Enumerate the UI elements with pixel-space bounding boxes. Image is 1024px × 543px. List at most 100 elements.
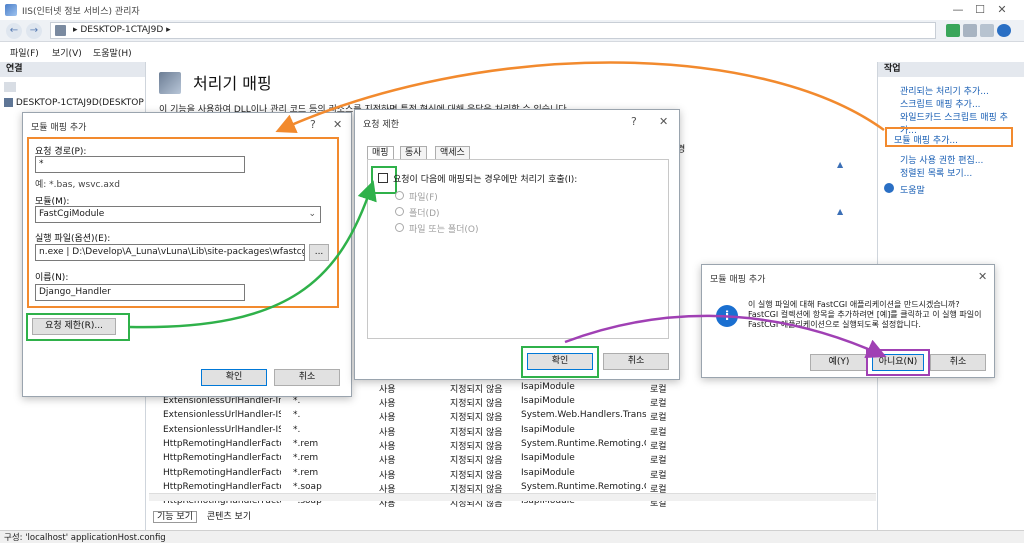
breadcrumb[interactable]: ▸ DESKTOP-1CTAJ9D ▸ bbox=[73, 25, 171, 35]
table-row[interactable]: ExtensionlessUrlHandler-ISAPI... *. 사용 지정되지… bbox=[147, 425, 707, 439]
cell-handler: IsapiModule bbox=[521, 453, 575, 464]
status-text: 구성: 'localhost' applicationHost.config bbox=[4, 533, 166, 543]
help-link[interactable]: 도움말 bbox=[900, 183, 925, 196]
chevron-down-icon: ⌄ bbox=[308, 209, 316, 219]
cell-type: 지정되지 않음 bbox=[450, 470, 503, 481]
executable-label: 실행 파일(옵션)(E): bbox=[35, 234, 111, 244]
handler-mappings-icon bbox=[159, 72, 181, 94]
request-path-example: 예: *.bas, wsvc.axd bbox=[35, 180, 120, 190]
cell-state: 사용 bbox=[379, 470, 396, 481]
connections-toolbar-icon[interactable] bbox=[4, 82, 16, 92]
connections-title: 연결 bbox=[0, 62, 145, 77]
cell-handler: IsapiModule bbox=[521, 424, 575, 435]
dialog-title: 요청 제한 bbox=[363, 120, 399, 130]
cell-entry: 로컬 bbox=[650, 399, 667, 409]
table-row[interactable]: HttpRemotingHandlerFactory... *.rem 사용 지정되지… bbox=[147, 468, 707, 482]
name-input[interactable]: Django_Handler bbox=[35, 284, 245, 301]
radio-file[interactable] bbox=[395, 191, 404, 200]
ok-button[interactable]: 확인 bbox=[201, 369, 267, 386]
ok-button[interactable]: 확인 bbox=[527, 353, 593, 370]
tab-access[interactable]: 액세스 bbox=[435, 146, 470, 159]
sort-up-icon-2[interactable]: ▲ bbox=[837, 207, 849, 217]
tab-verbs[interactable]: 동사 bbox=[400, 146, 427, 159]
cell-path: *.rem bbox=[293, 453, 319, 464]
cell-name: HttpRemotingHandlerFactory... bbox=[163, 481, 281, 492]
radio-file-or-folder-label: 파일 또는 폴더(O) bbox=[409, 225, 479, 235]
fastcgi-confirm-dialog: 모듈 매핑 추가 ✕ i 이 실행 파일에 대해 FastCGI 애플리케이션을… bbox=[701, 264, 995, 378]
edit-feature-permissions-link[interactable]: 기능 사용 권한 편집... bbox=[900, 153, 983, 166]
forward-button[interactable]: → bbox=[26, 23, 42, 39]
cell-entry: 로컬 bbox=[650, 470, 667, 481]
radio-file-or-folder[interactable] bbox=[395, 223, 404, 232]
dialog-close-button[interactable]: ✕ bbox=[978, 270, 987, 283]
menu-view[interactable]: 보기(V) bbox=[52, 46, 82, 59]
cell-handler: System.Runtime.Remoting.C... bbox=[521, 481, 646, 492]
page-title: 처리기 매핑 bbox=[193, 74, 272, 93]
cell-type: 지정되지 않음 bbox=[450, 427, 503, 438]
back-button[interactable]: ← bbox=[6, 23, 22, 39]
no-button[interactable]: 아니요(N) bbox=[872, 354, 924, 371]
cell-state: 사용 bbox=[379, 427, 396, 438]
go-icon[interactable] bbox=[946, 24, 960, 37]
cell-type: 지정되지 않음 bbox=[450, 441, 503, 452]
add-managed-handler-link[interactable]: 관리되는 처리기 추가... bbox=[900, 84, 989, 97]
yes-button[interactable]: 예(Y) bbox=[810, 354, 868, 371]
horizontal-scrollbar[interactable] bbox=[149, 493, 876, 501]
cell-path: *.rem bbox=[293, 438, 319, 449]
radio-folder[interactable] bbox=[395, 207, 404, 216]
help-icon[interactable] bbox=[997, 24, 1011, 37]
request-restrictions-button[interactable]: 요청 제한(R)... bbox=[32, 318, 116, 335]
content-view-tab[interactable]: 콘텐츠 보기 bbox=[204, 512, 254, 522]
cell-name: ExtensionlessUrlHandler-ISAPI... bbox=[163, 410, 281, 421]
menu-bar: 파일(F) 보기(V) 도움말(H) bbox=[0, 43, 1024, 61]
cancel-button[interactable]: 취소 bbox=[274, 369, 340, 386]
window-title: IIS(인터넷 정보 서비스) 관리자 bbox=[22, 7, 140, 17]
cell-entry: 로컬 bbox=[650, 427, 667, 438]
server-icon bbox=[55, 25, 66, 36]
table-row[interactable]: ExtensionlessUrlHandler-Integ... *. 사용 지정되지… bbox=[147, 396, 707, 410]
tab-mapping[interactable]: 매핑 bbox=[367, 146, 394, 159]
tree-server-node[interactable]: DESKTOP-1CTAJ9D(DESKTOP bbox=[4, 98, 144, 108]
cell-state: 사용 bbox=[379, 385, 396, 395]
cell-handler: IsapiModule bbox=[521, 382, 575, 392]
cancel-button[interactable]: 취소 bbox=[603, 353, 669, 370]
radio-folder-label: 폴더(D) bbox=[409, 209, 440, 219]
table-row[interactable]: ExtensionlessUrlHandler-ISAPI... *. 사용 지정되지… bbox=[147, 410, 707, 424]
executable-input[interactable]: n.exe | D:\Develop\A_Luna\vLuna\Lib\site… bbox=[35, 244, 305, 261]
request-path-input[interactable]: * bbox=[35, 156, 245, 173]
address-box[interactable]: ▸ DESKTOP-1CTAJ9D ▸ bbox=[50, 22, 936, 39]
invoke-only-checkbox[interactable] bbox=[378, 173, 388, 183]
cell-state: 사용 bbox=[379, 399, 396, 409]
menu-help[interactable]: 도움말(H) bbox=[93, 46, 132, 59]
cell-handler: IsapiModule bbox=[521, 396, 575, 406]
cell-name: HttpRemotingHandlerFactory... bbox=[163, 453, 281, 464]
stop-icon[interactable] bbox=[963, 24, 977, 37]
dialog-title: 모듈 매핑 추가 bbox=[31, 123, 87, 133]
cell-entry: 로컬 bbox=[650, 385, 667, 395]
add-module-map-link[interactable]: 모듈 매핑 추가... bbox=[894, 133, 958, 146]
dialog-close-button[interactable]: ✕ bbox=[659, 115, 668, 128]
table-row[interactable]: HttpRemotingHandlerFactory... *.rem 사용 지정되지… bbox=[147, 439, 707, 453]
table-row[interactable]: HttpRemotingHandlerFactory... *.rem 사용 지정되지… bbox=[147, 453, 707, 467]
radio-file-label: 파일(F) bbox=[409, 193, 438, 203]
menu-file[interactable]: 파일(F) bbox=[10, 46, 39, 59]
module-select[interactable]: FastCgiModule ⌄ bbox=[35, 206, 321, 223]
cell-state: 사용 bbox=[379, 413, 396, 424]
tab-panel bbox=[367, 159, 669, 339]
browse-button[interactable]: ... bbox=[309, 244, 329, 261]
add-script-map-link[interactable]: 스크립트 매핑 추가... bbox=[900, 97, 981, 110]
cell-state: 사용 bbox=[379, 456, 396, 467]
dialog-help-button[interactable]: ? bbox=[310, 118, 316, 131]
status-bar: 구성: 'localhost' applicationHost.config bbox=[0, 530, 1024, 543]
cell-name: ExtensionlessUrlHandler-Integ... bbox=[163, 396, 281, 406]
cancel-button[interactable]: 취소 bbox=[930, 354, 986, 371]
dialog-help-button[interactable]: ? bbox=[631, 115, 637, 128]
features-view-tab[interactable]: 기능 보기 bbox=[153, 511, 197, 523]
info-icon: i bbox=[716, 305, 738, 327]
cell-entry: 로컬 bbox=[650, 413, 667, 424]
view-ordered-list-link[interactable]: 정렬된 목록 보기... bbox=[900, 166, 972, 179]
sort-up-icon[interactable]: ▲ bbox=[837, 160, 849, 170]
close-button[interactable]: ✕ bbox=[980, 0, 1024, 20]
home-icon[interactable] bbox=[980, 24, 994, 37]
dialog-close-button[interactable]: ✕ bbox=[333, 118, 342, 131]
